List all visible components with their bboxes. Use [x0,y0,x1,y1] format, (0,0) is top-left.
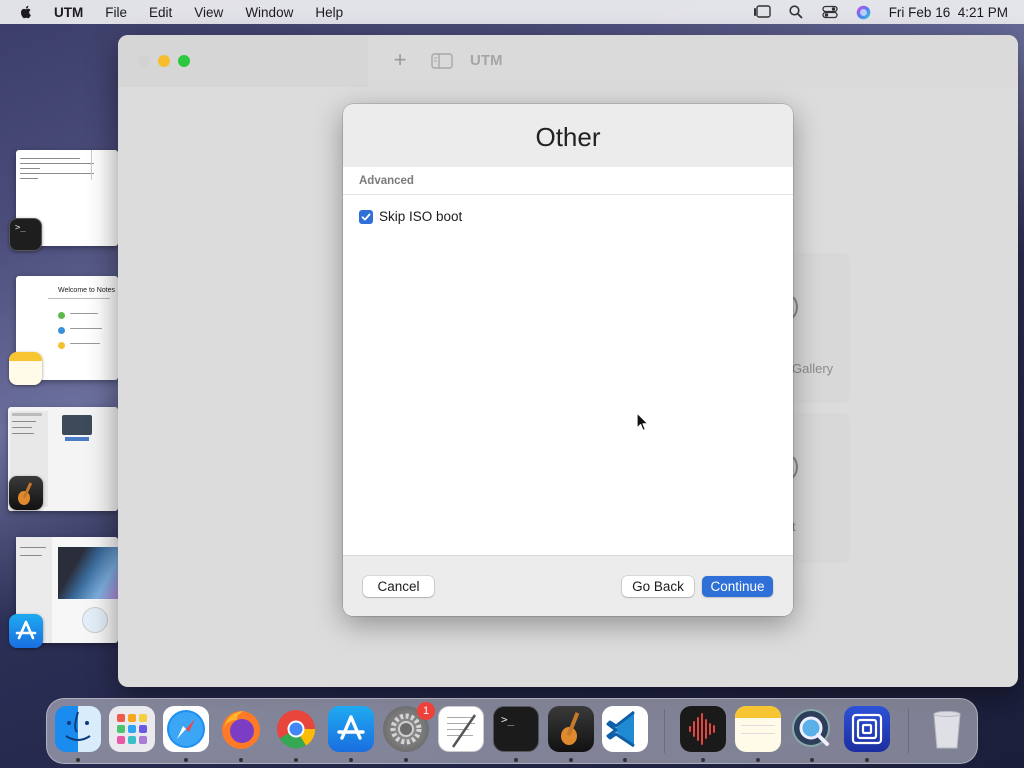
menu-app-name[interactable]: UTM [54,5,83,20]
garageband-icon[interactable] [548,706,594,752]
app-store-icon [9,614,43,648]
garageband-running-indicator [569,758,573,762]
sheet-footer: Cancel Go Back Continue [343,555,793,616]
safari-running-indicator [184,758,188,762]
menu-file[interactable]: File [105,5,127,20]
dock-separator-trash [908,709,909,753]
terminal-icon: >_ [9,218,42,251]
add-vm-icon[interactable]: + [388,49,412,73]
chrome-running-indicator [294,758,298,762]
gallery-card-label: Gallery [792,361,834,376]
siri-icon[interactable] [855,4,873,20]
notes-welcome-text: Welcome to Notes [58,287,116,294]
voice-memos-icon[interactable] [680,706,726,752]
terminal-running-indicator [514,758,518,762]
safari-icon[interactable] [163,706,209,752]
textedit-icon[interactable] [438,706,484,752]
vscode-running-indicator [623,758,627,762]
garageband-icon [9,476,43,510]
minimize-button[interactable] [158,55,170,67]
notes-icon [9,352,42,385]
control-center-icon[interactable] [821,4,839,20]
mouse-cursor-icon [636,412,649,431]
apple-menu-icon[interactable] [18,4,34,20]
finder-icon[interactable] [55,706,101,752]
chrome-icon[interactable] [273,706,319,752]
skip-iso-boot-label: Skip ISO boot [379,209,463,224]
firefox-running-indicator [239,758,243,762]
section-header-advanced: Advanced [343,167,793,195]
sidebar-toggle-icon[interactable] [431,53,453,69]
continue-button[interactable]: Continue [702,576,773,597]
notes-icon[interactable] [735,706,781,752]
go-back-button[interactable]: Go Back [622,576,694,597]
quicktime-icon[interactable] [789,706,835,752]
menu-help[interactable]: Help [315,5,343,20]
launchpad-icon[interactable] [109,706,155,752]
notes-running-indicator [756,758,760,762]
terminal-icon[interactable]: >_ [493,706,539,752]
settings-notification-badge: 1 [417,702,435,720]
menu-edit[interactable]: Edit [149,5,172,20]
trash-icon[interactable] [924,706,970,752]
utm-toolbar [368,35,1018,87]
close-button[interactable] [138,55,150,67]
menu-bar: UTM File Edit View Window Help Fri Feb 1… [0,0,1024,24]
zoom-button[interactable] [178,55,190,67]
finder-running-indicator [76,758,80,762]
spotlight-search-icon[interactable] [787,4,805,20]
wizard-sheet: Other Advanced Skip ISO boot Cancel Go B… [343,104,793,616]
voice-memos-running-indicator [701,758,705,762]
window-title: UTM [470,52,503,69]
settings-running-indicator [404,758,408,762]
app-store-running-indicator [349,758,353,762]
vscode-icon[interactable] [602,706,648,752]
firefox-icon[interactable] [218,706,264,752]
skip-iso-boot-row[interactable]: Skip ISO boot [359,209,462,224]
sheet-content: Advanced Skip ISO boot [343,167,793,555]
dock: 1 >_ [46,698,978,764]
stage-manager-icon[interactable] [753,4,771,20]
app-store-icon[interactable] [328,706,374,752]
menu-view[interactable]: View [194,5,223,20]
utm-icon[interactable] [844,706,890,752]
menu-clock[interactable]: Fri Feb 16 4:21 PM [889,5,1008,20]
checkmark-icon [361,213,371,220]
skip-iso-boot-checkbox[interactable] [359,209,373,224]
cancel-button[interactable]: Cancel [363,576,434,597]
settings-icon[interactable]: 1 [383,702,435,752]
quicktime-running-indicator [810,758,814,762]
dock-separator [664,709,665,753]
menu-window[interactable]: Window [245,5,293,20]
sheet-title: Other [535,122,601,152]
utm-running-indicator [865,758,869,762]
